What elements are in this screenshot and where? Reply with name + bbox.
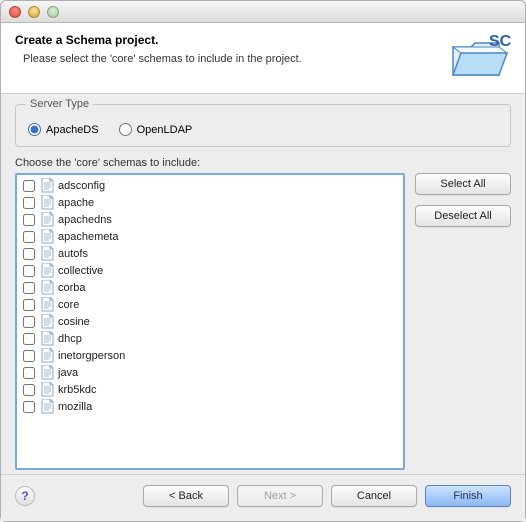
schema-checkbox[interactable]	[23, 214, 35, 226]
file-icon	[41, 178, 54, 193]
list-item[interactable]: dhcp	[17, 330, 403, 347]
file-icon	[41, 399, 54, 414]
banner-text: Create a Schema project. Please select t…	[15, 33, 302, 65]
list-item[interactable]: krb5kdc	[17, 381, 403, 398]
schema-name: corba	[58, 282, 86, 294]
help-icon: ?	[21, 489, 28, 503]
schema-checkbox[interactable]	[23, 231, 35, 243]
schema-checkbox[interactable]	[23, 265, 35, 277]
schema-name: collective	[58, 265, 103, 277]
side-buttons: Select All Deselect All	[415, 173, 511, 470]
schema-checkbox[interactable]	[23, 367, 35, 379]
list-item[interactable]: java	[17, 364, 403, 381]
file-icon	[41, 348, 54, 363]
back-button[interactable]: < Back	[143, 485, 229, 507]
wizard-footer: ? < Back Next > Cancel Finish	[1, 474, 525, 521]
schema-checkbox[interactable]	[23, 333, 35, 345]
schema-name: dhcp	[58, 333, 82, 345]
schema-checkbox[interactable]	[23, 299, 35, 311]
minimize-window-button[interactable]	[28, 6, 40, 18]
server-type-group: Server Type ApacheDS OpenLDAP	[15, 104, 511, 147]
file-icon	[41, 297, 54, 312]
svg-text:SC: SC	[489, 33, 511, 50]
file-icon	[41, 331, 54, 346]
close-window-button[interactable]	[9, 6, 21, 18]
next-button: Next >	[237, 485, 323, 507]
list-item[interactable]: apache	[17, 194, 403, 211]
radio-apacheds[interactable]: ApacheDS	[28, 123, 99, 136]
schemas-row: adsconfig apache apachedns apachemeta au…	[15, 173, 511, 470]
list-item[interactable]: mozilla	[17, 398, 403, 415]
list-item[interactable]: autofs	[17, 245, 403, 262]
schema-checkbox[interactable]	[23, 316, 35, 328]
list-item[interactable]: apachemeta	[17, 228, 403, 245]
wizard-banner: Create a Schema project. Please select t…	[1, 23, 525, 94]
schema-name: adsconfig	[58, 180, 105, 192]
file-icon	[41, 314, 54, 329]
file-icon	[41, 382, 54, 397]
file-icon	[41, 246, 54, 261]
radio-apacheds-input[interactable]	[28, 123, 41, 136]
schema-name: java	[58, 367, 78, 379]
radio-openldap[interactable]: OpenLDAP	[119, 123, 193, 136]
page-title: Create a Schema project.	[15, 33, 302, 47]
schema-checkbox[interactable]	[23, 197, 35, 209]
list-item[interactable]: inetorgperson	[17, 347, 403, 364]
list-item[interactable]: collective	[17, 262, 403, 279]
schema-list[interactable]: adsconfig apache apachedns apachemeta au…	[15, 173, 405, 470]
file-icon	[41, 280, 54, 295]
file-icon	[41, 229, 54, 244]
radio-apacheds-label: ApacheDS	[46, 124, 99, 136]
file-icon	[41, 212, 54, 227]
finish-button[interactable]: Finish	[425, 485, 511, 507]
schemas-label: Choose the 'core' schemas to include:	[15, 157, 511, 169]
window-titlebar	[1, 1, 525, 23]
schema-name: autofs	[58, 248, 88, 260]
radio-openldap-input[interactable]	[119, 123, 132, 136]
file-icon	[41, 365, 54, 380]
schema-name: core	[58, 299, 79, 311]
schema-checkbox[interactable]	[23, 384, 35, 396]
zoom-window-button[interactable]	[47, 6, 59, 18]
list-item[interactable]: cosine	[17, 313, 403, 330]
schema-checkbox[interactable]	[23, 180, 35, 192]
list-item[interactable]: apachedns	[17, 211, 403, 228]
file-icon	[41, 263, 54, 278]
schema-checkbox[interactable]	[23, 401, 35, 413]
schema-name: krb5kdc	[58, 384, 97, 396]
schema-name: apachemeta	[58, 231, 119, 243]
schema-checkbox[interactable]	[23, 350, 35, 362]
file-icon	[41, 195, 54, 210]
server-type-radios: ApacheDS OpenLDAP	[28, 123, 498, 136]
schema-name: mozilla	[58, 401, 92, 413]
deselect-all-button[interactable]: Deselect All	[415, 205, 511, 227]
schema-name: apache	[58, 197, 94, 209]
schema-name: inetorgperson	[58, 350, 125, 362]
schema-name: cosine	[58, 316, 90, 328]
select-all-button[interactable]: Select All	[415, 173, 511, 195]
list-item[interactable]: corba	[17, 279, 403, 296]
schema-name: apachedns	[58, 214, 112, 226]
server-type-label: Server Type	[26, 98, 93, 110]
list-item[interactable]: adsconfig	[17, 177, 403, 194]
schema-checkbox[interactable]	[23, 282, 35, 294]
page-subtitle: Please select the 'core' schemas to incl…	[15, 53, 302, 65]
schema-checkbox[interactable]	[23, 248, 35, 260]
schemas-section: Choose the 'core' schemas to include: ad…	[15, 157, 511, 470]
wizard-content: Server Type ApacheDS OpenLDAP Choose the…	[1, 94, 525, 474]
cancel-button[interactable]: Cancel	[331, 485, 417, 507]
help-button[interactable]: ?	[15, 486, 35, 506]
list-item[interactable]: core	[17, 296, 403, 313]
radio-openldap-label: OpenLDAP	[137, 124, 193, 136]
folder-schema-icon: SC	[449, 33, 511, 81]
